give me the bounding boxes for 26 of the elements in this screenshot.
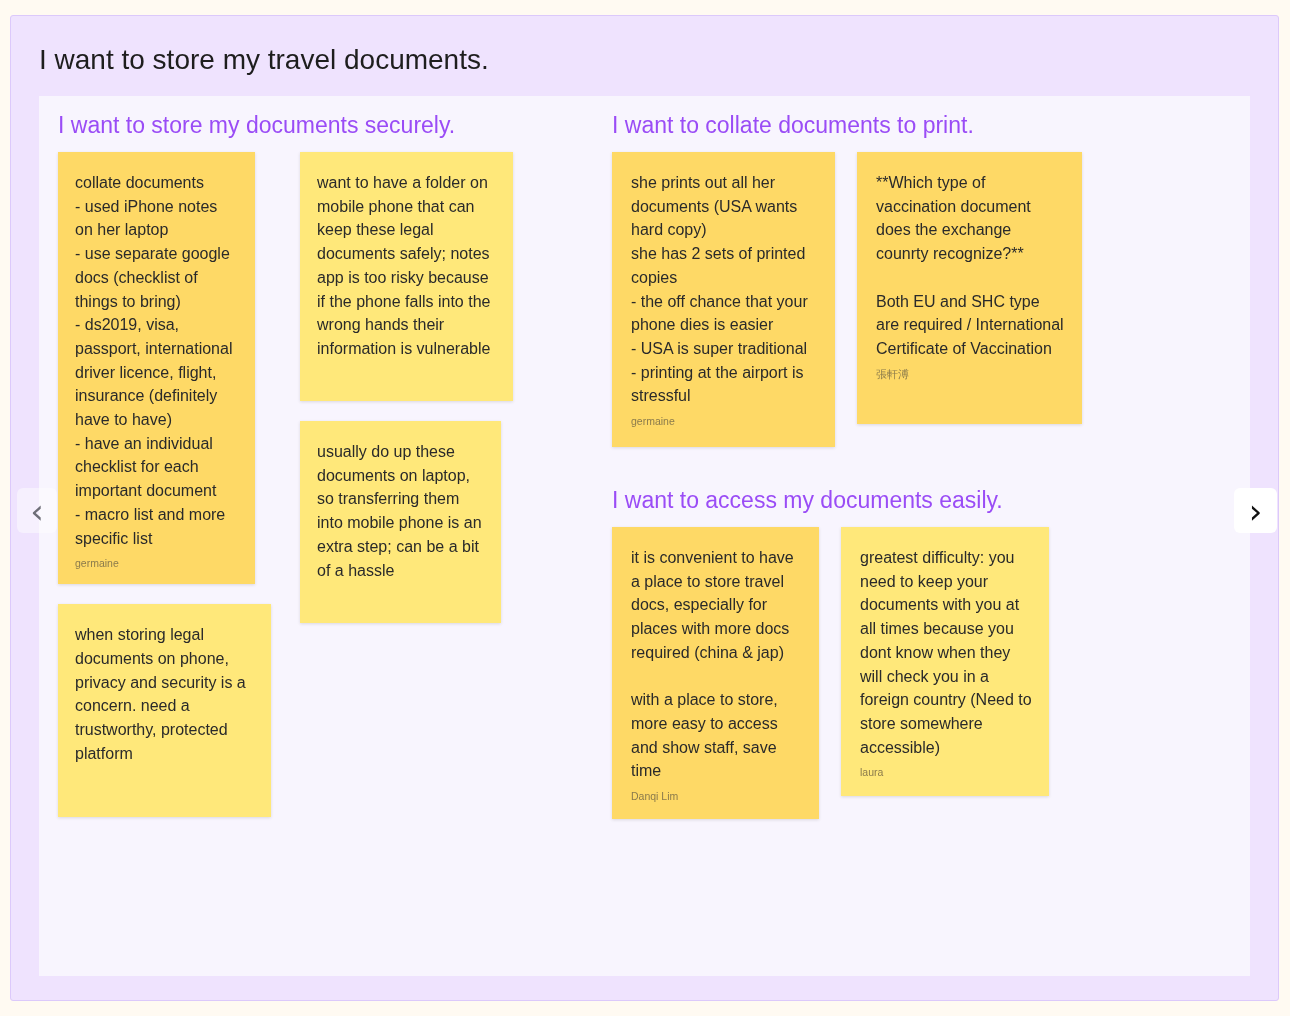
note-text: **Which type of vaccination document does the exchange counrty recognize?** Both EU and SHC type are required / International Certificate of Vaccination <box>876 173 1065 359</box>
section-heading: I want to access my documents easily. <box>612 486 1004 515</box>
sticky-note[interactable]: greatest difficulty: you need to keep your documents with you at all times because you dont know when they will check you in a foreign country (Need to store somewhere accessible) laura <box>841 527 1049 796</box>
sticky-note[interactable] <box>612 152 835 447</box>
note-author: 張軒溥 <box>876 366 910 381</box>
next-button[interactable]: › <box>1234 488 1277 533</box>
note-text: she prints out all her documents (USA wants hard copy) she has 2 sets of printed copies - the off chance that your phone dies is easier - USA is super traditional - printing at the airport is stressful <box>631 173 809 407</box>
note-text: collate documents - used iPhone notes on her laptop - use separate google docs (checklist of things to bring) - ds2019, visa, passport, international driver licence, flight, insurance (definitely have to have) - have an individual checklist for each important document - macro list and more specific list <box>75 173 234 549</box>
note-author: germaine <box>631 414 676 429</box>
section-heading: I want to collate documents to print. <box>612 111 975 140</box>
sticky-note[interactable] <box>58 152 255 585</box>
note-text: when storing legal documents on phone, privacy and security is a concern. need a trustworthy, protected platform <box>75 625 247 764</box>
sticky-note[interactable]: want to have a folder on mobile phone that can keep these legal documents safely; notes app is too risky because if the phone falls into the wrong hands their information is vulnerable <box>300 152 513 401</box>
section-heading: I want to store my documents securely. <box>58 111 457 140</box>
board-title: I want to store my travel documents. <box>39 43 490 77</box>
sticky-note[interactable]: when storing legal documents on phone, privacy and security is a concern. need a trustworthy, protected platform <box>58 604 271 818</box>
note-author: germaine <box>75 556 120 571</box>
note-text: it is convenient to have a place to store travel docs, especially for places with more docs required (china & jap) with a place to store, more easy to access and show staff, save time <box>631 548 795 782</box>
sticky-note[interactable]: **Which type of vaccination document does the exchange counrty recognize?** Both EU and SHC type are required / International Certificate of Vaccination 張軒溥 <box>857 152 1082 424</box>
note-text: want to have a folder on mobile phone that can keep these legal documents safely; notes app is too risky because if the phone falls into the wrong hands their information is vulnerable <box>317 173 492 359</box>
sticky-note[interactable]: usually do up these documents on laptop, so transferring them into mobile phone is an extra step; can be a bit of a hassle <box>300 421 501 623</box>
note-text: usually do up these documents on laptop, so transferring them into mobile phone is an extra step; can be a bit of a hassle <box>317 442 483 581</box>
note-text: greatest difficulty: you need to keep your documents with you at all times because you dont know when they will check you in a foreign country (Need to store somewhere accessible) <box>860 548 1033 758</box>
note-author: Danqi Lim <box>631 789 680 804</box>
note-author: laura <box>860 765 885 780</box>
sticky-note[interactable]: it is convenient to have a place to store travel docs, especially for places with more docs required (china & jap) with a place to store, more easy to access and show staff, save time Danqi Lim <box>612 527 819 819</box>
